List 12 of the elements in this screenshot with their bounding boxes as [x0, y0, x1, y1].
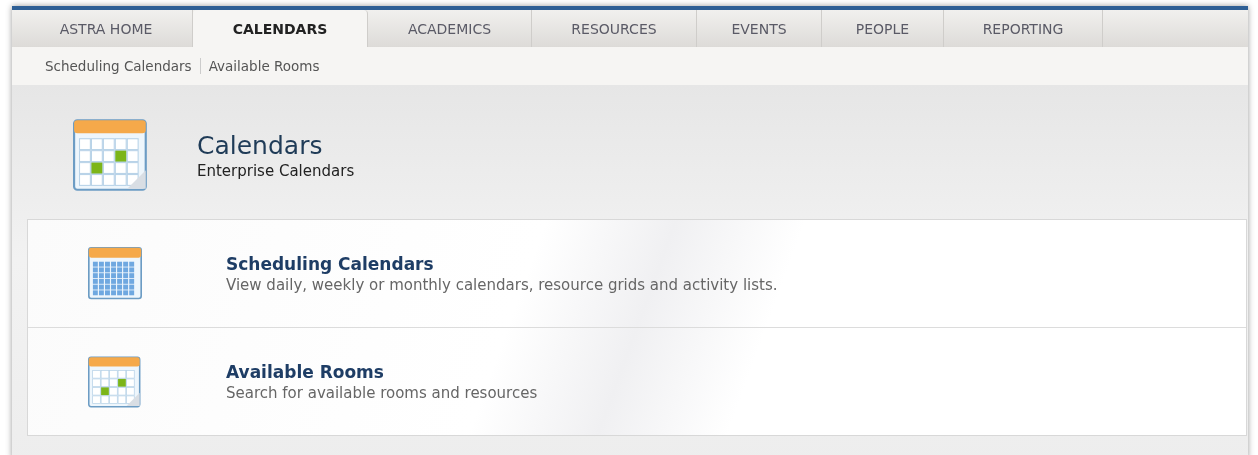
subnav-link[interactable]: Available Rooms: [208, 58, 320, 74]
calendar-icon: [88, 354, 142, 409]
subnav-link[interactable]: Scheduling Calendars: [45, 58, 192, 74]
menu-link[interactable]: Scheduling Calendars: [226, 253, 778, 274]
menu-link[interactable]: Available Rooms: [226, 361, 538, 382]
menu-description: View daily, weekly or monthly calendars, resource grids and activity lists.: [226, 275, 778, 294]
calendar-grid-icon: [88, 246, 142, 301]
calendar-icon: [73, 119, 149, 191]
menu-description: Search for available rooms and resources: [226, 383, 538, 402]
page-subtitle: Enterprise Calendars: [197, 161, 355, 180]
page-title: Calendars: [197, 130, 324, 160]
nav-tab[interactable]: CALENDARS: [193, 10, 368, 47]
